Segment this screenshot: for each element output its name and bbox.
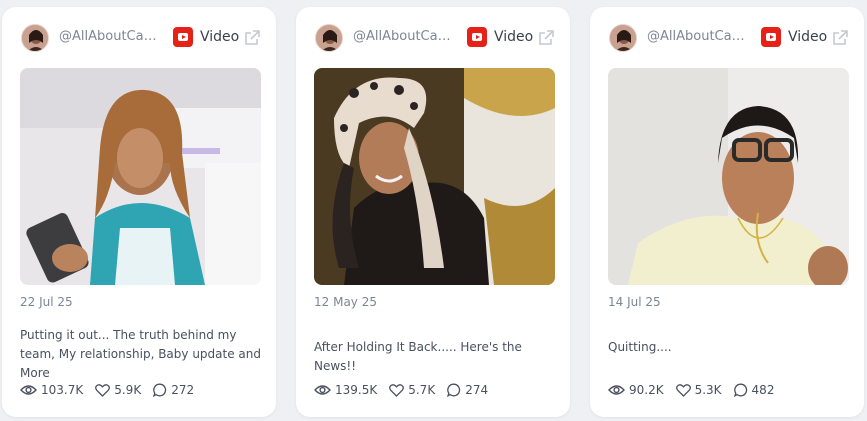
platform-label: Video: [200, 29, 240, 45]
external-link-icon[interactable]: [243, 29, 261, 47]
comments-count: 482: [751, 383, 775, 397]
card-header: @AllAboutCar... Video: [2, 7, 276, 69]
eye-icon: [20, 385, 37, 395]
card-header: @AllAboutCar... Video: [296, 7, 570, 69]
publish-date: 14 Jul 25: [608, 295, 661, 309]
stats-row: 103.7K 5.9K 272: [20, 383, 206, 397]
channel-handle[interactable]: @AllAboutCar...: [647, 29, 747, 44]
video-thumbnail[interactable]: [20, 68, 261, 285]
eye-icon: [608, 385, 625, 395]
publish-date: 22 Jul 25: [20, 295, 73, 309]
youtube-icon: [761, 27, 781, 47]
comment-icon: [447, 383, 461, 397]
views-count: 139.5K: [335, 383, 378, 397]
likes-stat: 5.3K: [675, 383, 722, 397]
youtube-icon: [173, 27, 193, 47]
video-thumbnail[interactable]: [608, 68, 849, 285]
platform-label: Video: [494, 29, 534, 45]
views-stat: 90.2K: [608, 383, 664, 397]
eye-icon: [314, 385, 331, 395]
stats-row: 90.2K 5.3K 482: [608, 383, 786, 397]
comments-stat: 272: [153, 383, 194, 397]
comments-count: 272: [171, 383, 195, 397]
youtube-icon: [467, 27, 487, 47]
views-count: 90.2K: [629, 383, 664, 397]
external-link-icon[interactable]: [537, 29, 555, 47]
heart-icon: [95, 383, 111, 397]
likes-count: 5.7K: [408, 383, 436, 397]
comment-icon: [733, 383, 747, 397]
heart-icon: [389, 383, 405, 397]
video-card[interactable]: @AllAboutCar... Video 22 Jul 25 Putting …: [2, 7, 276, 417]
views-stat: 139.5K: [314, 383, 377, 397]
platform-label: Video: [788, 29, 828, 45]
video-thumbnail[interactable]: [314, 68, 555, 285]
avatar[interactable]: [609, 24, 637, 52]
comments-stat: 482: [733, 383, 775, 397]
avatar[interactable]: [315, 24, 343, 52]
video-card[interactable]: @AllAboutCar... Video 12 May 25 After Ho…: [296, 7, 570, 417]
likes-count: 5.3K: [694, 383, 722, 397]
video-title[interactable]: Putting it out... The truth behind my te…: [20, 326, 264, 383]
video-title[interactable]: Quitting....: [608, 338, 852, 357]
likes-count: 5.9K: [114, 383, 142, 397]
likes-stat: 5.9K: [95, 383, 141, 397]
card-header: @AllAboutCar... Video: [590, 7, 864, 69]
video-title[interactable]: After Holding It Back..... Here's the Ne…: [314, 338, 558, 376]
likes-stat: 5.7K: [389, 383, 435, 397]
channel-handle[interactable]: @AllAboutCar...: [59, 29, 159, 44]
external-link-icon[interactable]: [831, 29, 849, 47]
views-count: 103.7K: [41, 383, 84, 397]
video-card[interactable]: @AllAboutCar... Video 14 Jul 25 Quitting…: [590, 7, 864, 417]
heart-icon: [675, 383, 691, 397]
comment-icon: [153, 383, 167, 397]
publish-date: 12 May 25: [314, 295, 377, 309]
views-stat: 103.7K: [20, 383, 83, 397]
channel-handle[interactable]: @AllAboutCar...: [353, 29, 453, 44]
comments-count: 274: [465, 383, 489, 397]
stats-row: 139.5K 5.7K 274: [314, 383, 500, 397]
comments-stat: 274: [447, 383, 488, 397]
avatar[interactable]: [21, 24, 49, 52]
